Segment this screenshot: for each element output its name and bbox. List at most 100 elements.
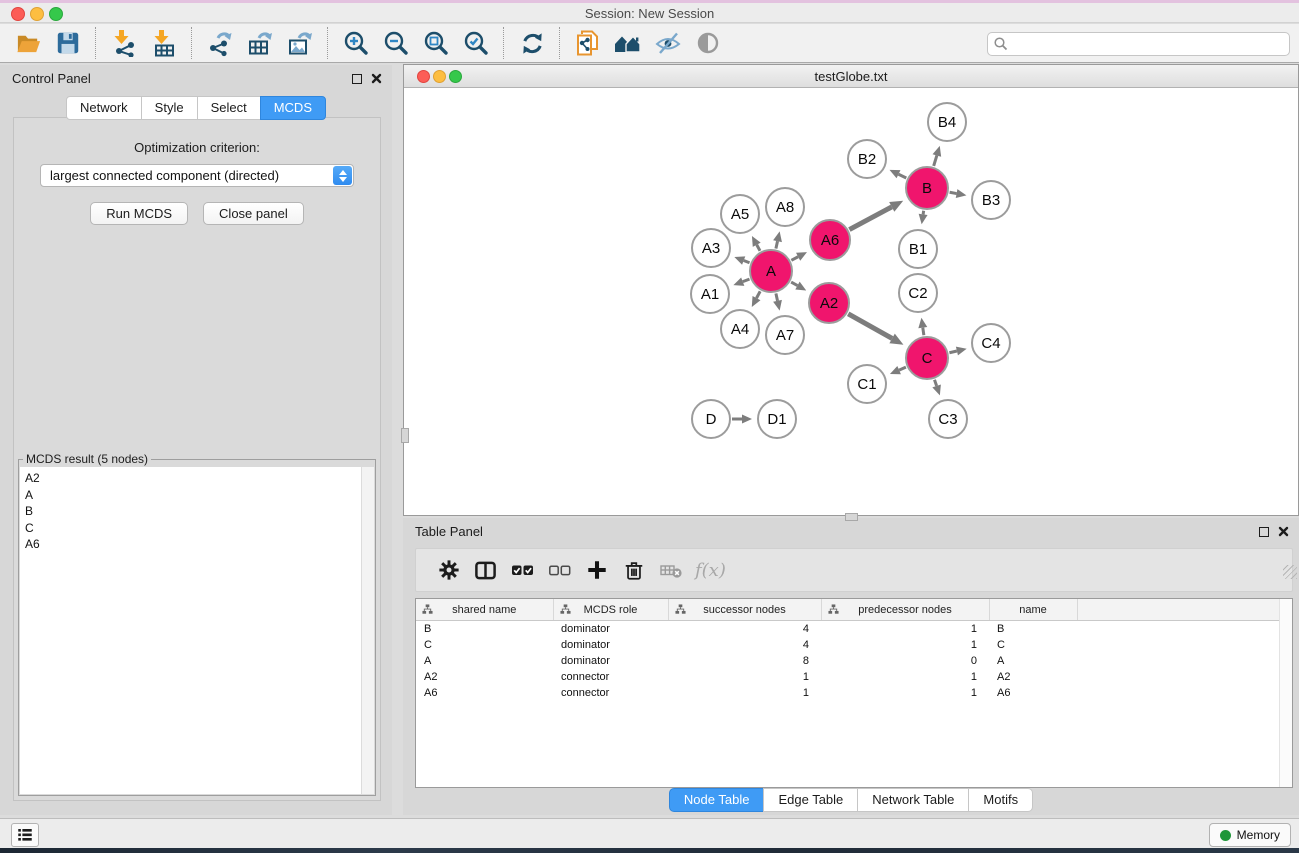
graph-node-C3[interactable]: C3 [928, 399, 968, 439]
import-table-button[interactable] [144, 26, 184, 60]
clear-selection-button[interactable] [541, 552, 578, 588]
graph-edge-A6-B[interactable] [849, 207, 891, 230]
mcds-result-item[interactable]: A2 [25, 470, 374, 487]
close-panel-button[interactable]: Close panel [203, 202, 304, 225]
main-titlebar[interactable]: Session: New Session [0, 3, 1299, 23]
graph-node-D[interactable]: D [691, 399, 731, 439]
graph-edge-B-B2[interactable] [899, 174, 907, 178]
table-cell[interactable]: A2 [416, 669, 553, 685]
graph-edge-C-C4[interactable] [949, 351, 957, 353]
graph-edge-A-A8[interactable] [776, 241, 778, 248]
graph-node-A[interactable]: A [749, 249, 793, 293]
table-cell[interactable]: A6 [989, 685, 1077, 701]
column-header-shared-name[interactable]: shared name [416, 599, 553, 621]
export-network-button[interactable] [200, 26, 240, 60]
splitter-grip-left[interactable] [401, 428, 409, 443]
mcds-result-item[interactable]: A [25, 487, 374, 504]
graph-node-A2[interactable]: A2 [808, 282, 850, 324]
export-image-button[interactable] [280, 26, 320, 60]
table-row[interactable]: Bdominator41B [416, 621, 1292, 638]
tab-motifs[interactable]: Motifs [968, 788, 1033, 812]
column-header-predecessor-nodes[interactable]: predecessor nodes [821, 599, 989, 621]
table-cell[interactable]: C [416, 637, 553, 653]
import-network-button[interactable] [104, 26, 144, 60]
result-list-scrollbar[interactable] [361, 467, 374, 794]
table-cell[interactable]: A2 [989, 669, 1077, 685]
tab-node-table[interactable]: Node Table [669, 788, 765, 812]
graph-node-B3[interactable]: B3 [971, 180, 1011, 220]
table-cell[interactable]: A [416, 653, 553, 669]
table-cell[interactable]: 1 [821, 669, 989, 685]
network-window-titlebar[interactable]: testGlobe.txt [404, 65, 1298, 88]
close-table-panel-icon[interactable] [1278, 526, 1289, 537]
graph-edge-A-A6[interactable] [791, 257, 798, 261]
network-canvas[interactable]: AA1A2A3A4A5A6A7A8BB1B2B3B4CC1C2C3C4DD1 [404, 88, 1298, 515]
table-cell[interactable]: C [989, 637, 1077, 653]
tab-edge-table[interactable]: Edge Table [763, 788, 858, 812]
graph-edge-A-A5[interactable] [757, 245, 760, 251]
select-stepper-icon[interactable] [333, 166, 352, 185]
close-panel-icon[interactable] [371, 73, 382, 84]
table-settings-button[interactable] [430, 552, 467, 588]
mcds-result-item[interactable]: B [25, 503, 374, 520]
table-cell[interactable]: 1 [821, 637, 989, 653]
table-cell[interactable]: dominator [553, 637, 668, 653]
graph-edge-C-C2[interactable] [923, 328, 924, 336]
graph-edge-B-B3[interactable] [950, 192, 957, 193]
search-input[interactable] [1009, 36, 1289, 52]
column-header-successor-nodes[interactable]: successor nodes [668, 599, 821, 621]
table-cell[interactable]: 1 [668, 669, 821, 685]
home-button[interactable] [608, 26, 648, 60]
zoom-fit-button[interactable] [416, 26, 456, 60]
table-row[interactable]: A2connector11A2 [416, 669, 1292, 685]
table-cell[interactable]: 1 [821, 621, 989, 638]
graph-edge-A-A4[interactable] [756, 291, 760, 298]
table-cell[interactable]: dominator [553, 653, 668, 669]
graph-edge-A-A1[interactable] [743, 279, 750, 282]
table-scrollbar[interactable] [1279, 599, 1292, 787]
graph-node-A3[interactable]: A3 [691, 228, 731, 268]
float-table-panel-icon[interactable] [1259, 527, 1269, 537]
table-cell[interactable]: A [989, 653, 1077, 669]
column-view-button[interactable] [467, 552, 504, 588]
column-header-mcds-role[interactable]: MCDS role [553, 599, 668, 621]
graph-node-D1[interactable]: D1 [757, 399, 797, 439]
save-session-button[interactable] [48, 26, 88, 60]
graph-node-C4[interactable]: C4 [971, 323, 1011, 363]
delete-column-button[interactable] [615, 552, 652, 588]
select-all-columns-button[interactable] [504, 552, 541, 588]
task-history-button[interactable] [11, 823, 39, 847]
graph-node-B4[interactable]: B4 [927, 102, 967, 142]
table-row[interactable]: Cdominator41C [416, 637, 1292, 653]
table-cell[interactable]: connector [553, 669, 668, 685]
graph-node-A5[interactable]: A5 [720, 194, 760, 234]
table-cell[interactable]: dominator [553, 621, 668, 638]
graph-edge-C-C3[interactable] [934, 380, 936, 386]
table-cell[interactable]: 8 [668, 653, 821, 669]
delete-table-button[interactable] [652, 552, 689, 588]
graph-node-C[interactable]: C [905, 336, 949, 380]
splitter-grip-bottom[interactable] [845, 513, 858, 521]
add-column-button[interactable] [578, 552, 615, 588]
function-builder-button[interactable]: f(x) [695, 560, 726, 581]
zoom-in-button[interactable] [336, 26, 376, 60]
graph-node-A7[interactable]: A7 [765, 315, 805, 355]
table-cell[interactable]: B [416, 621, 553, 638]
graph-edge-B-B1[interactable] [923, 211, 924, 215]
table-row[interactable]: Adominator80A [416, 653, 1292, 669]
clone-network-button[interactable] [568, 26, 608, 60]
tab-network[interactable]: Network [66, 96, 142, 120]
mcds-result-item[interactable]: C [25, 520, 374, 537]
window-resize-grip[interactable] [1283, 565, 1297, 579]
table-cell[interactable]: A6 [416, 685, 553, 701]
graph-node-C2[interactable]: C2 [898, 273, 938, 313]
tab-mcds[interactable]: MCDS [260, 96, 326, 120]
table-row[interactable]: A6connector11A6 [416, 685, 1292, 701]
criterion-select[interactable]: largest connected component (directed) [40, 164, 354, 187]
table-cell[interactable]: connector [553, 685, 668, 701]
zoom-out-button[interactable] [376, 26, 416, 60]
graph-node-A8[interactable]: A8 [765, 187, 805, 227]
show-panels-button[interactable] [688, 26, 728, 60]
table-cell[interactable]: 0 [821, 653, 989, 669]
zoom-selected-button[interactable] [456, 26, 496, 60]
